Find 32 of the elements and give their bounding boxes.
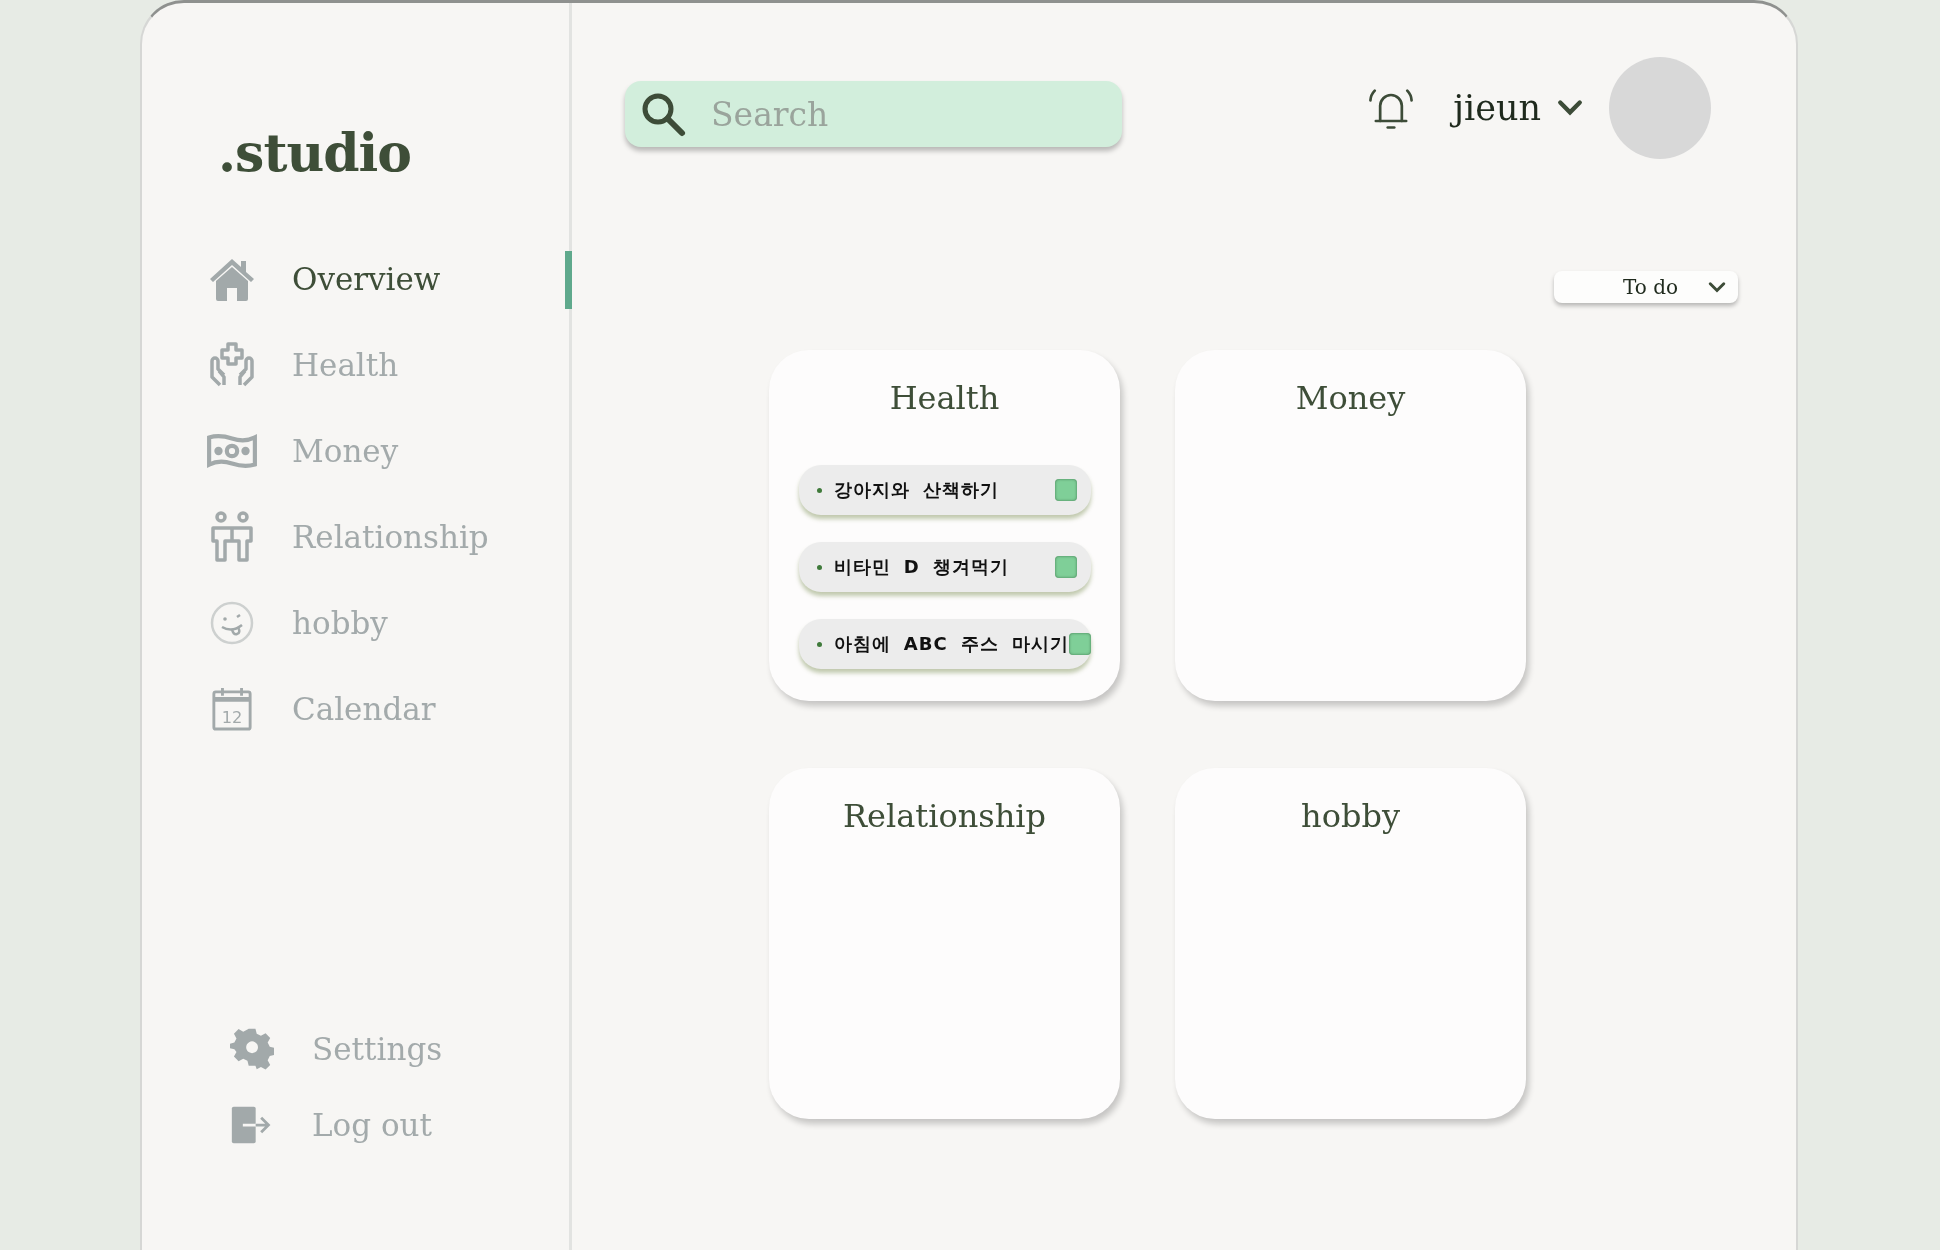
nav-item[interactable]: hobby xyxy=(292,605,388,641)
bullet-icon xyxy=(816,641,822,647)
card-title: Health xyxy=(889,378,1000,418)
active-indicator xyxy=(565,251,572,309)
todo-text: 아침에 ABC 주스 마시기 xyxy=(833,632,1070,656)
nav-item[interactable]: Health xyxy=(292,347,399,383)
logo: .studio xyxy=(217,121,412,185)
filter-dropdown[interactable]: To do xyxy=(1554,271,1738,303)
todo-text: 강아지와 산책하기 xyxy=(833,478,1000,502)
smiley-icon xyxy=(208,599,256,647)
nav-item[interactable]: Relationship xyxy=(292,519,489,555)
card-title: Relationship xyxy=(842,796,1047,836)
todo-text: 비타민 D 챙겨먹기 xyxy=(833,555,1010,579)
banknote-icon xyxy=(206,432,258,470)
card-title: hobby xyxy=(1301,796,1400,836)
nav-item[interactable]: Log out xyxy=(312,1107,433,1143)
search-field[interactable]: Search xyxy=(625,81,1122,147)
bullet-icon xyxy=(816,487,822,493)
two-people-icon xyxy=(210,511,254,563)
card-title: Money xyxy=(1295,378,1406,418)
settings-icon xyxy=(230,1027,274,1071)
checkbox[interactable] xyxy=(1054,479,1077,501)
chevron-down-icon xyxy=(1708,280,1726,294)
nav-item[interactable]: Calendar xyxy=(292,691,436,727)
nav-item[interactable]: Overview xyxy=(292,261,441,297)
bullet-icon xyxy=(816,564,822,570)
checkbox[interactable] xyxy=(1054,556,1077,578)
nav-item[interactable]: Settings xyxy=(312,1031,443,1067)
nav-item[interactable]: Money xyxy=(292,433,399,469)
chevron-down-icon xyxy=(1557,99,1583,117)
checkbox[interactable] xyxy=(1069,633,1092,655)
hands-cross-icon xyxy=(208,341,256,389)
